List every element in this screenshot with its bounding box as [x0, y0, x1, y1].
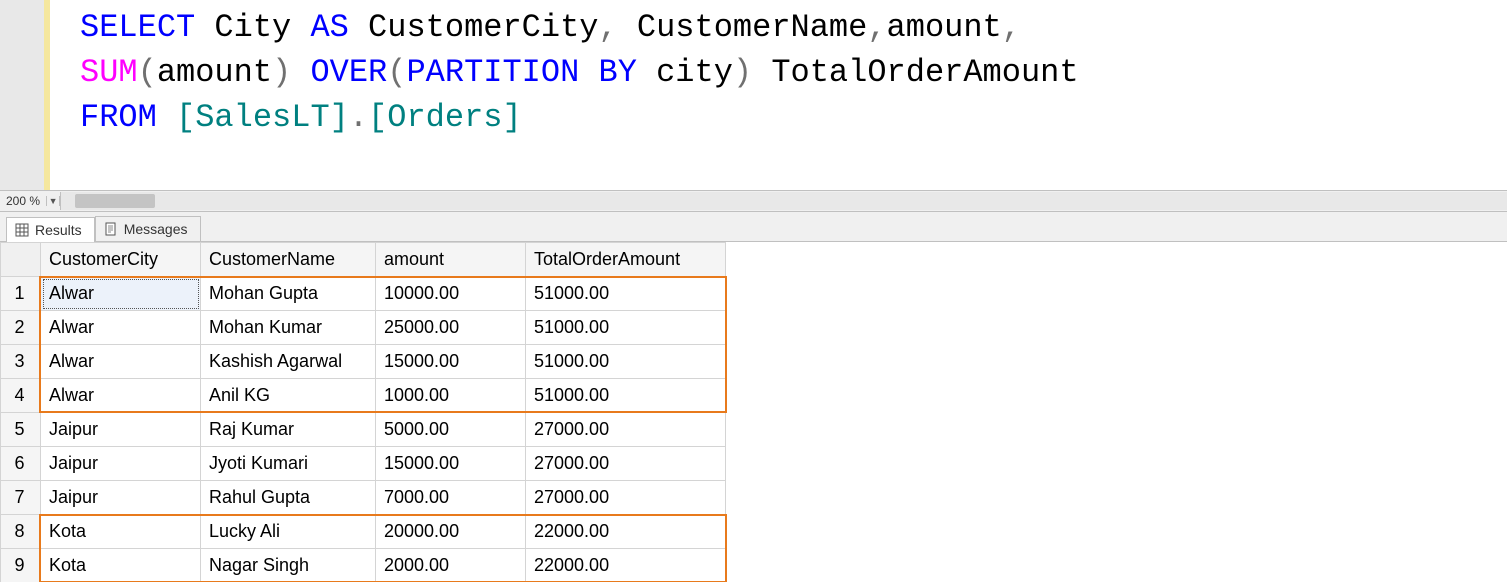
column-header[interactable]: CustomerCity: [41, 243, 201, 277]
sql-editor[interactable]: SELECT City AS CustomerCity, CustomerNam…: [0, 0, 1507, 190]
table-row[interactable]: 4AlwarAnil KG1000.0051000.00: [1, 379, 726, 413]
rownum-cell[interactable]: 8: [1, 515, 41, 549]
table-cell[interactable]: 27000.00: [526, 481, 726, 515]
rownum-cell[interactable]: 5: [1, 413, 41, 447]
table-cell[interactable]: Jaipur: [41, 447, 201, 481]
table-row[interactable]: 3AlwarKashish Agarwal15000.0051000.00: [1, 345, 726, 379]
column-header[interactable]: TotalOrderAmount: [526, 243, 726, 277]
rownum-cell[interactable]: 6: [1, 447, 41, 481]
table-cell[interactable]: 22000.00: [526, 549, 726, 582]
table-cell[interactable]: 51000.00: [526, 345, 726, 379]
results-pane: CustomerCityCustomerNameamountTotalOrder…: [0, 242, 1507, 582]
table-cell[interactable]: Alwar: [41, 277, 201, 311]
table-row[interactable]: 1AlwarMohan Gupta10000.0051000.00: [1, 277, 726, 311]
table-cell[interactable]: 22000.00: [526, 515, 726, 549]
table-cell[interactable]: Rahul Gupta: [201, 481, 376, 515]
table-cell[interactable]: Jaipur: [41, 481, 201, 515]
table-cell[interactable]: 5000.00: [376, 413, 526, 447]
table-cell[interactable]: 10000.00: [376, 277, 526, 311]
code-text[interactable]: SELECT City AS CustomerCity, CustomerNam…: [50, 0, 1109, 190]
document-icon: [104, 222, 118, 236]
table-cell[interactable]: 7000.00: [376, 481, 526, 515]
table-row[interactable]: 8KotaLucky Ali20000.0022000.00: [1, 515, 726, 549]
rownum-cell[interactable]: 9: [1, 549, 41, 582]
zoom-dropdown[interactable]: ▼: [46, 196, 60, 206]
table-cell[interactable]: Kota: [41, 515, 201, 549]
rownum-cell[interactable]: 4: [1, 379, 41, 413]
table-cell[interactable]: 51000.00: [526, 379, 726, 413]
table-row[interactable]: 2AlwarMohan Kumar25000.0051000.00: [1, 311, 726, 345]
table-cell[interactable]: Kashish Agarwal: [201, 345, 376, 379]
rownum-header: [1, 243, 41, 277]
table-cell[interactable]: 27000.00: [526, 447, 726, 481]
rownum-cell[interactable]: 2: [1, 311, 41, 345]
tab-messages-label: Messages: [124, 221, 188, 237]
table-row[interactable]: 7JaipurRahul Gupta7000.0027000.00: [1, 481, 726, 515]
table-cell[interactable]: Alwar: [41, 311, 201, 345]
zoom-value: 200 %: [0, 194, 46, 208]
tab-results-label: Results: [35, 222, 82, 238]
table-cell[interactable]: 51000.00: [526, 277, 726, 311]
column-header[interactable]: CustomerName: [201, 243, 376, 277]
rownum-cell[interactable]: 7: [1, 481, 41, 515]
scrollbar-thumb[interactable]: [75, 194, 155, 208]
table-cell[interactable]: Mohan Gupta: [201, 277, 376, 311]
table-row[interactable]: 9KotaNagar Singh2000.0022000.00: [1, 549, 726, 582]
rownum-cell[interactable]: 3: [1, 345, 41, 379]
table-cell[interactable]: Raj Kumar: [201, 413, 376, 447]
table-cell[interactable]: Anil KG: [201, 379, 376, 413]
results-tabs: Results Messages: [0, 212, 1507, 242]
rownum-cell[interactable]: 1: [1, 277, 41, 311]
table-cell[interactable]: 15000.00: [376, 345, 526, 379]
table-cell[interactable]: Alwar: [41, 379, 201, 413]
tab-results[interactable]: Results: [6, 217, 95, 242]
table-cell[interactable]: Alwar: [41, 345, 201, 379]
table-cell[interactable]: 15000.00: [376, 447, 526, 481]
table-cell[interactable]: 1000.00: [376, 379, 526, 413]
table-cell[interactable]: Nagar Singh: [201, 549, 376, 582]
tab-messages[interactable]: Messages: [95, 216, 201, 241]
table-cell[interactable]: Lucky Ali: [201, 515, 376, 549]
table-cell[interactable]: 27000.00: [526, 413, 726, 447]
table-cell[interactable]: 25000.00: [376, 311, 526, 345]
horizontal-scrollbar[interactable]: [60, 192, 1507, 210]
zoom-bar: 200 % ▼: [0, 190, 1507, 212]
table-cell[interactable]: 2000.00: [376, 549, 526, 582]
table-row[interactable]: 5JaipurRaj Kumar5000.0027000.00: [1, 413, 726, 447]
table-cell[interactable]: Kota: [41, 549, 201, 582]
editor-gutter: [0, 0, 50, 190]
table-header-row: CustomerCityCustomerNameamountTotalOrder…: [1, 243, 726, 277]
table-cell[interactable]: 20000.00: [376, 515, 526, 549]
grid-icon: [15, 223, 29, 237]
table-cell[interactable]: Jaipur: [41, 413, 201, 447]
table-cell[interactable]: 51000.00: [526, 311, 726, 345]
column-header[interactable]: amount: [376, 243, 526, 277]
table-cell[interactable]: Mohan Kumar: [201, 311, 376, 345]
results-grid[interactable]: CustomerCityCustomerNameamountTotalOrder…: [0, 242, 726, 582]
table-cell[interactable]: Jyoti Kumari: [201, 447, 376, 481]
table-row[interactable]: 6JaipurJyoti Kumari15000.0027000.00: [1, 447, 726, 481]
